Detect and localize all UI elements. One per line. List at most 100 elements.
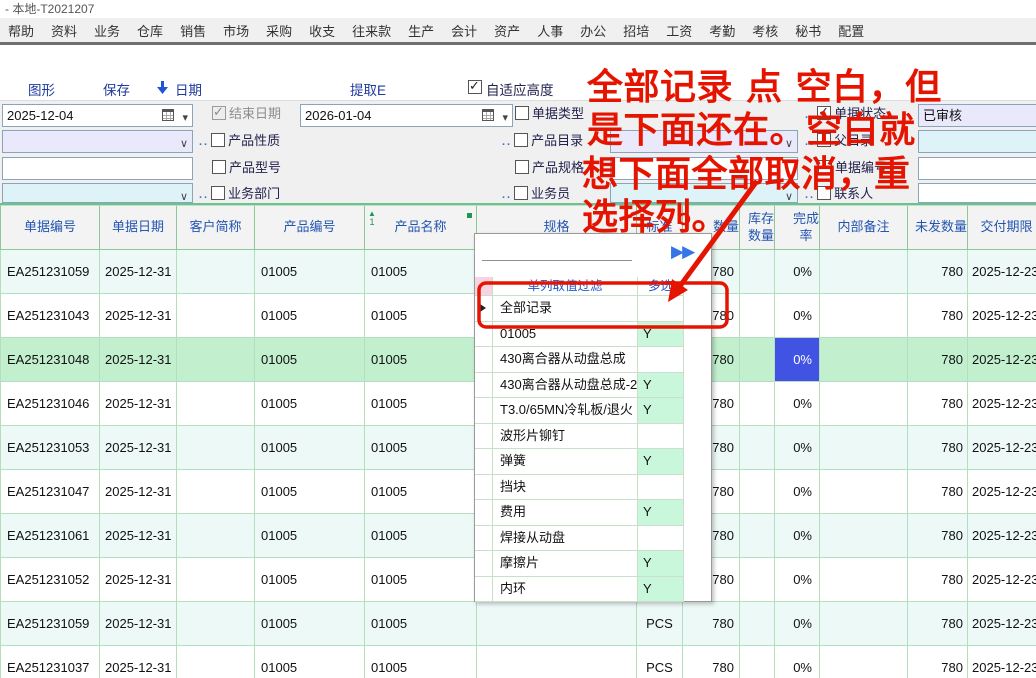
menu-item-20[interactable]: 配置 bbox=[838, 21, 864, 40]
extract-button[interactable]: 提取E bbox=[350, 79, 386, 99]
filter-combo-1[interactable]: ∨ bbox=[2, 130, 193, 153]
cell-rate[interactable]: 0% bbox=[775, 602, 820, 646]
double-chevron-icon[interactable]: ▶▶ bbox=[671, 242, 693, 262]
cell-pcode[interactable]: 01005 bbox=[255, 338, 365, 382]
cell-customer[interactable] bbox=[177, 646, 255, 678]
cell-id[interactable]: EA251231037 bbox=[0, 646, 100, 678]
cell-customer[interactable] bbox=[177, 250, 255, 294]
cell-note[interactable] bbox=[820, 338, 908, 382]
cell-stock[interactable] bbox=[740, 470, 775, 514]
cell-deadline[interactable]: 2025-12-23 bbox=[968, 470, 1036, 514]
cell-unshipped[interactable]: 780 bbox=[908, 558, 968, 602]
cell-stock[interactable] bbox=[740, 338, 775, 382]
filter-input-3[interactable] bbox=[918, 157, 1036, 180]
cell-pname[interactable]: 01005 bbox=[365, 646, 477, 678]
cell-rate[interactable]: 0% bbox=[775, 426, 820, 470]
checkbox-icon[interactable] bbox=[514, 133, 528, 147]
menu-item-4[interactable]: 仓库 bbox=[137, 21, 163, 40]
autofit-checkbox[interactable] bbox=[468, 80, 482, 95]
popup-multi-header[interactable]: 多选 bbox=[638, 277, 684, 296]
checkbox-icon[interactable] bbox=[515, 160, 529, 174]
popup-item-430离合器从动盘总成[interactable]: 430离合器从动盘总成 bbox=[475, 347, 684, 373]
checkbox-icon[interactable] bbox=[211, 186, 225, 200]
cell-pcode[interactable]: 01005 bbox=[255, 250, 365, 294]
cell-deadline[interactable]: 2025-12-23 bbox=[968, 382, 1036, 426]
table-row[interactable]: EA2512310372025-12-310100501005PCS7800%7… bbox=[0, 646, 1036, 678]
popup-multi-flag[interactable] bbox=[638, 296, 684, 322]
popup-item-T3.0/65MN冷轧板/退火[interactable]: T3.0/65MN冷轧板/退火Y bbox=[475, 398, 684, 424]
cell-id[interactable]: EA251231046 bbox=[0, 382, 100, 426]
cell-pname[interactable]: 01005 bbox=[365, 558, 477, 602]
chevron-down-icon[interactable]: ∨ bbox=[180, 187, 188, 203]
column-header-单据日期[interactable]: 单据日期 bbox=[100, 205, 177, 250]
checkbox-icon[interactable] bbox=[211, 133, 225, 147]
column-header-内部备注[interactable]: 内部备注 bbox=[820, 205, 908, 250]
filter-combo-2[interactable]: ∨ bbox=[2, 183, 193, 203]
calendar-icon[interactable] bbox=[482, 109, 494, 121]
cell-deadline[interactable]: 2025-12-23 bbox=[968, 294, 1036, 338]
popup-item-label[interactable]: 焊接从动盘 bbox=[493, 526, 638, 552]
cell-deadline[interactable]: 2025-12-23 bbox=[968, 426, 1036, 470]
cell-customer[interactable] bbox=[177, 602, 255, 646]
cell-deadline[interactable]: 2025-12-23 bbox=[968, 558, 1036, 602]
cell-rate[interactable]: 0% bbox=[775, 338, 820, 382]
cell-unshipped[interactable]: 780 bbox=[908, 514, 968, 558]
column-header-单据编号[interactable]: 单据编号 bbox=[0, 205, 100, 250]
popup-item-430离合器从动盘总成-2[interactable]: 430离合器从动盘总成-2Y bbox=[475, 373, 684, 399]
cell-rate[interactable]: 0% bbox=[775, 294, 820, 338]
popup-item-挡块[interactable]: 挡块 bbox=[475, 475, 684, 501]
cell-date[interactable]: 2025-12-31 bbox=[100, 382, 177, 426]
popup-item-全部记录[interactable]: 全部记录 bbox=[475, 296, 684, 322]
cell-date[interactable]: 2025-12-31 bbox=[100, 294, 177, 338]
cell-unshipped[interactable]: 780 bbox=[908, 646, 968, 678]
cell-id[interactable]: EA251231047 bbox=[0, 470, 100, 514]
column-header-产品编号[interactable]: 产品编号 bbox=[255, 205, 365, 250]
cell-id[interactable]: EA251231048 bbox=[0, 338, 100, 382]
menu-item-15[interactable]: 招培 bbox=[623, 21, 649, 40]
cell-qty[interactable]: 780 bbox=[683, 646, 740, 678]
popup-item-label[interactable]: T3.0/65MN冷轧板/退火 bbox=[493, 398, 638, 424]
end-date-field[interactable]: 2026-01-04 ▾ bbox=[300, 104, 513, 127]
popup-multi-flag[interactable]: Y bbox=[638, 551, 684, 577]
cell-deadline[interactable]: 2025-12-23 bbox=[968, 338, 1036, 382]
cell-stock[interactable] bbox=[740, 250, 775, 294]
checkbox-icon[interactable] bbox=[514, 186, 528, 200]
cell-stock[interactable] bbox=[740, 426, 775, 470]
date-button[interactable]: 日期 bbox=[175, 79, 202, 99]
popup-item-label[interactable]: 摩擦片 bbox=[493, 551, 638, 577]
popup-item-label[interactable]: 波形片铆钉 bbox=[493, 424, 638, 450]
cell-note[interactable] bbox=[820, 382, 908, 426]
cell-qty[interactable]: 780 bbox=[683, 602, 740, 646]
cell-pname[interactable]: 01005 bbox=[365, 602, 477, 646]
column-header-未发数量[interactable]: 未发数量 bbox=[908, 205, 968, 250]
cell-pcode[interactable]: 01005 bbox=[255, 602, 365, 646]
filter-input-4[interactable] bbox=[918, 183, 1036, 203]
cell-pname[interactable]: 01005 bbox=[365, 514, 477, 558]
cell-customer[interactable] bbox=[177, 514, 255, 558]
cell-note[interactable] bbox=[820, 294, 908, 338]
cell-pcode[interactable]: 01005 bbox=[255, 558, 365, 602]
cell-date[interactable]: 2025-12-31 bbox=[100, 646, 177, 678]
cell-customer[interactable] bbox=[177, 338, 255, 382]
popup-item-label[interactable]: 全部记录 bbox=[493, 296, 638, 322]
column-header-客户简称[interactable]: 客户简称 bbox=[177, 205, 255, 250]
cell-rate[interactable]: 0% bbox=[775, 514, 820, 558]
cell-unshipped[interactable]: 780 bbox=[908, 294, 968, 338]
cell-rate[interactable]: 0% bbox=[775, 250, 820, 294]
popup-item-label[interactable]: 费用 bbox=[493, 500, 638, 526]
cell-stock[interactable] bbox=[740, 514, 775, 558]
cell-id[interactable]: EA251231059 bbox=[0, 602, 100, 646]
cell-pcode[interactable]: 01005 bbox=[255, 470, 365, 514]
popup-multi-flag[interactable]: Y bbox=[638, 398, 684, 424]
menu-item-2[interactable]: 资料 bbox=[51, 21, 77, 40]
popup-item-label[interactable]: 430离合器从动盘总成-2 bbox=[493, 373, 638, 399]
cell-pname[interactable]: 01005 bbox=[365, 382, 477, 426]
popup-item-弹簧[interactable]: 弹簧Y bbox=[475, 449, 684, 475]
popup-item-label[interactable]: 挡块 bbox=[493, 475, 638, 501]
menu-item-17[interactable]: 考勤 bbox=[709, 21, 735, 40]
menu-item-3[interactable]: 业务 bbox=[94, 21, 120, 40]
calendar-icon[interactable] bbox=[162, 109, 174, 121]
checkbox-checked-icon[interactable] bbox=[212, 106, 226, 120]
cell-date[interactable]: 2025-12-31 bbox=[100, 338, 177, 382]
cell-date[interactable]: 2025-12-31 bbox=[100, 602, 177, 646]
